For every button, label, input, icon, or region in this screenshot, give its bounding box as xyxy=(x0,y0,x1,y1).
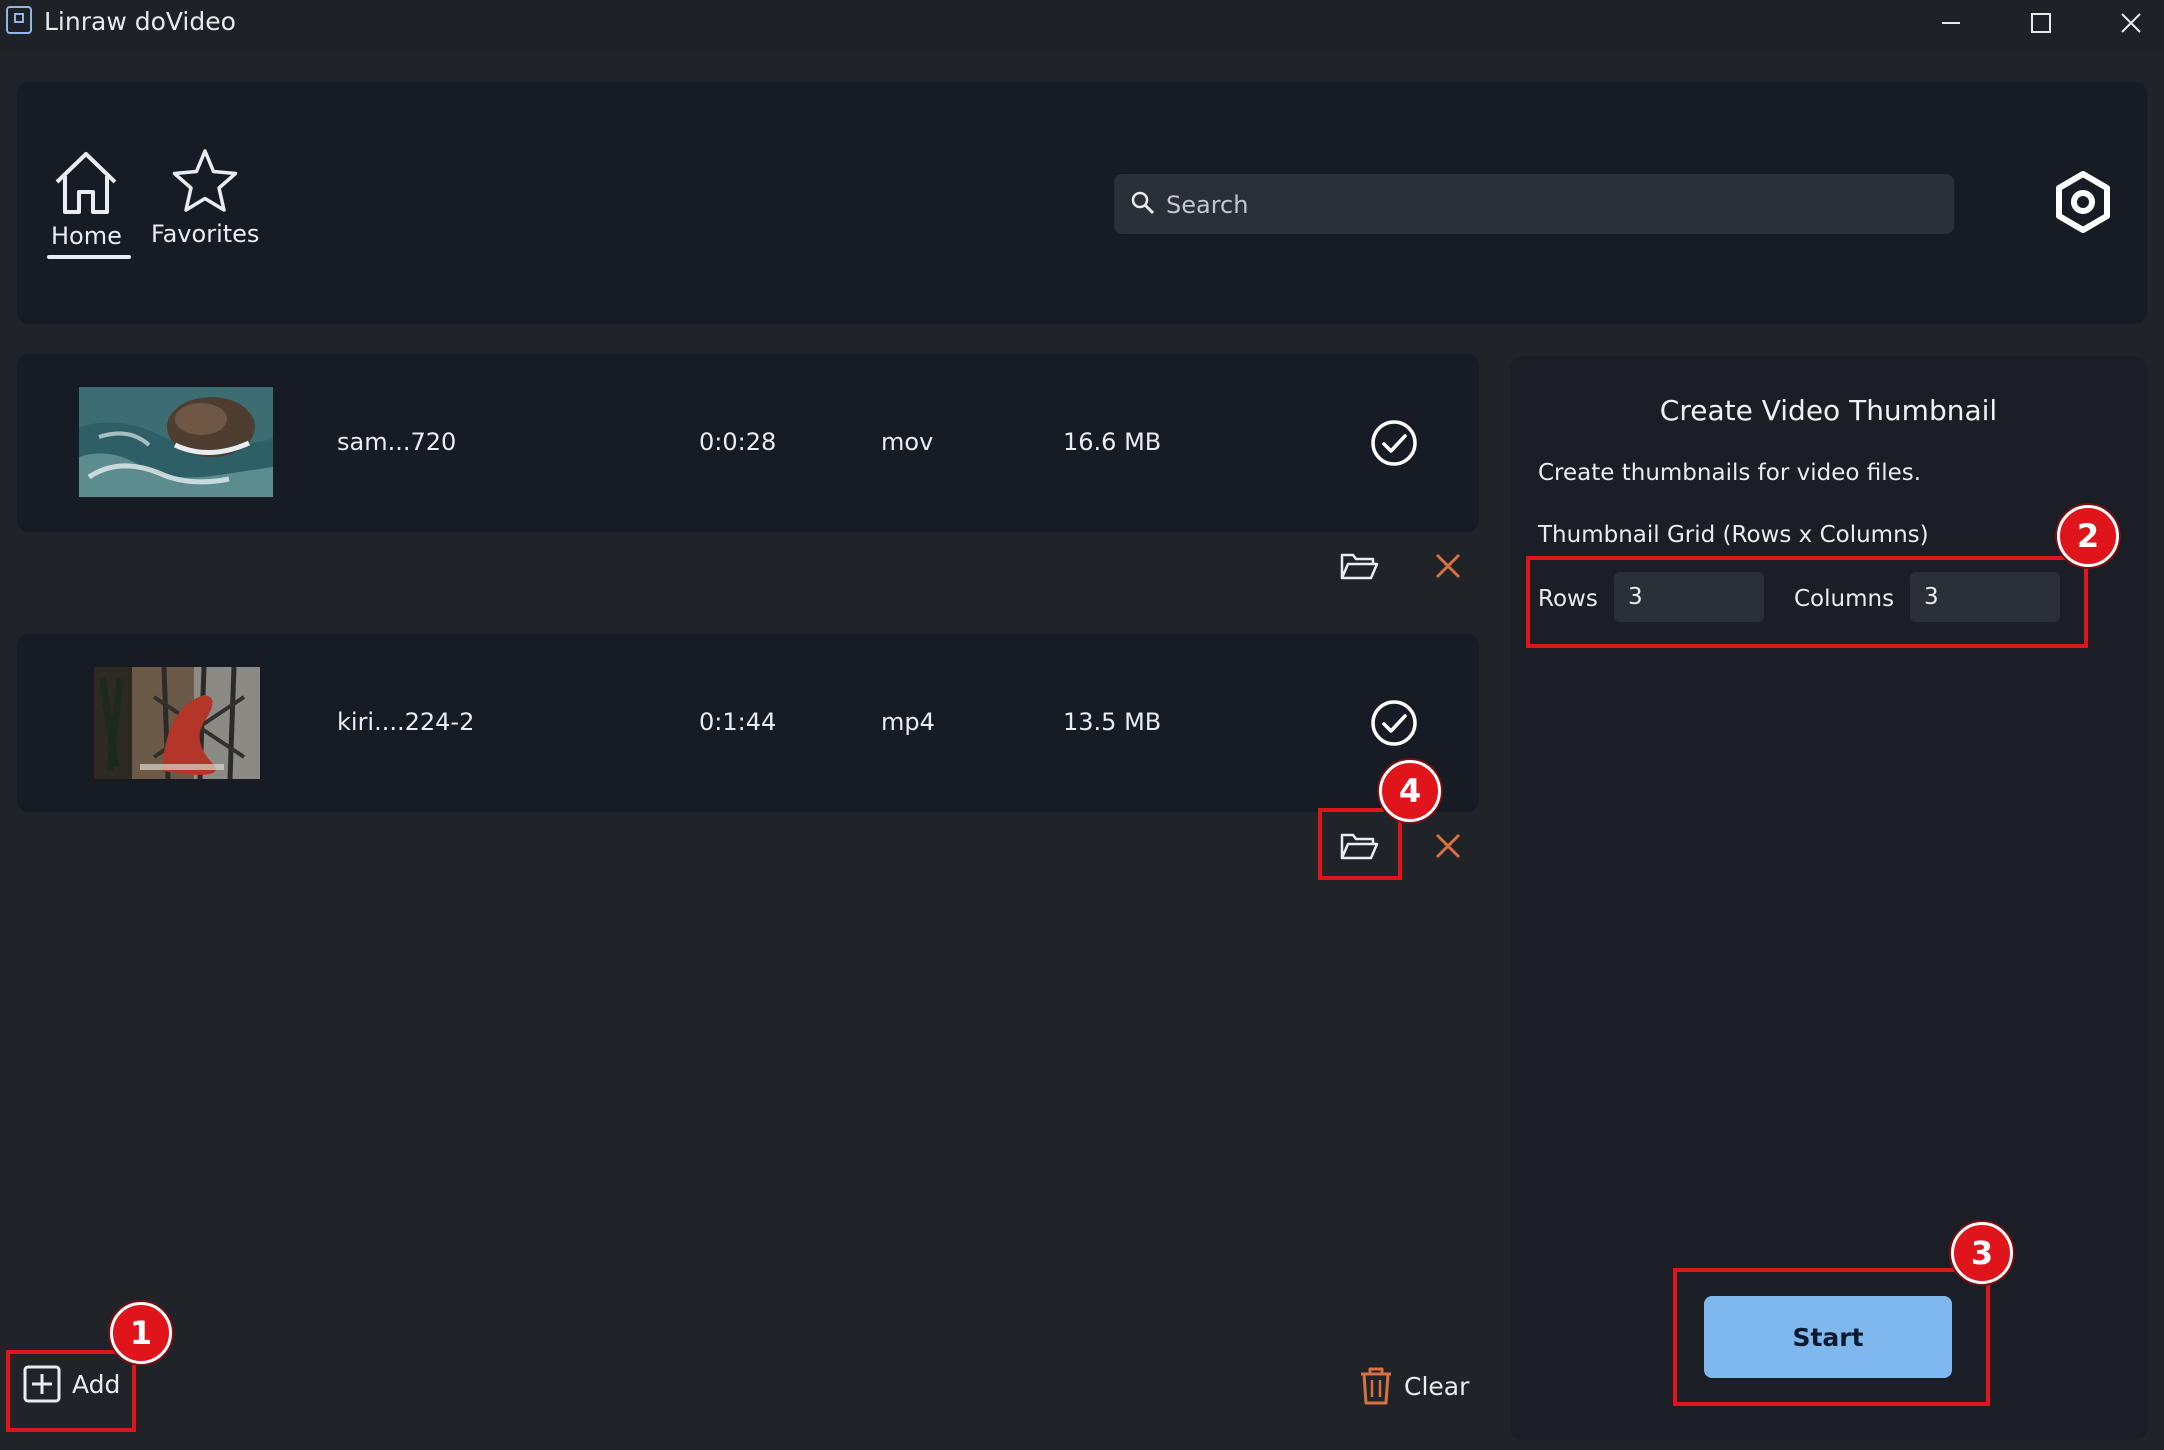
highlight-start xyxy=(1673,1268,1990,1406)
remove-file-button[interactable] xyxy=(1425,543,1471,589)
title-bar: Linraw doVideo xyxy=(0,0,2164,52)
file-size: 13.5 MB xyxy=(1063,708,1162,736)
settings-gear-icon xyxy=(2056,171,2110,233)
app-logo-icon xyxy=(6,6,32,34)
close-x-icon xyxy=(1435,833,1461,859)
video-thumbnail-image xyxy=(79,387,273,497)
nav-home[interactable]: Home xyxy=(51,148,122,250)
remove-file-button[interactable] xyxy=(1425,823,1471,869)
minimize-icon xyxy=(1942,22,1960,24)
close-window-button[interactable] xyxy=(2086,0,2164,46)
nav-favorites[interactable]: Favorites xyxy=(151,146,259,248)
file-size: 16.6 MB xyxy=(1063,428,1162,456)
home-icon xyxy=(56,152,117,214)
star-icon xyxy=(172,149,238,212)
annotation-marker-1: 1 xyxy=(110,1302,172,1364)
close-x-icon xyxy=(1435,553,1461,579)
close-icon xyxy=(2121,13,2141,33)
file-name: sam...720 xyxy=(337,428,457,456)
file-format: mov xyxy=(881,428,934,456)
check-circle-icon[interactable] xyxy=(1369,698,1419,748)
nav-favorites-label: Favorites xyxy=(151,220,260,248)
highlight-grid-inputs xyxy=(1526,556,2088,648)
panel-description: Create thumbnails for video files. xyxy=(1538,460,1922,486)
check-circle-icon[interactable] xyxy=(1369,418,1419,468)
open-folder-button[interactable] xyxy=(1336,543,1382,589)
annotation-marker-2: 2 xyxy=(2057,505,2119,567)
search-input[interactable] xyxy=(1164,182,1938,228)
file-row[interactable]: kiri....224-2 0:1:44 mp4 13.5 MB xyxy=(17,634,1479,812)
clear-button[interactable]: Clear xyxy=(1358,1366,1469,1406)
file-name: kiri....224-2 xyxy=(337,708,475,736)
file-format: mp4 xyxy=(881,708,935,736)
trash-icon xyxy=(1361,1367,1391,1405)
header-bar: Home Favorites xyxy=(17,82,2147,324)
annotation-marker-3: 3 xyxy=(1951,1222,2013,1284)
file-duration: 0:1:44 xyxy=(699,708,777,736)
video-thumbnail xyxy=(94,667,260,779)
maximize-icon xyxy=(2031,13,2051,33)
window-title: Linraw doVideo xyxy=(44,7,236,36)
video-thumbnail xyxy=(79,387,273,497)
search-icon xyxy=(1131,191,1155,215)
highlight-open-folder xyxy=(1318,808,1402,880)
clear-label: Clear xyxy=(1404,1371,1470,1401)
thumbnail-grid-label: Thumbnail Grid (Rows x Columns) xyxy=(1538,522,1929,548)
annotation-marker-4: 4 xyxy=(1379,760,1441,822)
maximize-button[interactable] xyxy=(1996,0,2086,46)
file-row[interactable]: sam...720 0:0:28 mov 16.6 MB xyxy=(17,354,1479,532)
panel-title: Create Video Thumbnail xyxy=(1659,394,1998,427)
nav-active-indicator xyxy=(47,255,131,259)
minimize-button[interactable] xyxy=(1906,0,1996,46)
highlight-add xyxy=(6,1350,136,1432)
folder-open-icon xyxy=(1340,553,1379,580)
file-duration: 0:0:28 xyxy=(699,428,777,456)
search-box xyxy=(1114,174,1954,234)
settings-button[interactable] xyxy=(2049,168,2117,236)
video-thumbnail-image xyxy=(94,667,260,779)
nav-home-label: Home xyxy=(51,222,122,250)
